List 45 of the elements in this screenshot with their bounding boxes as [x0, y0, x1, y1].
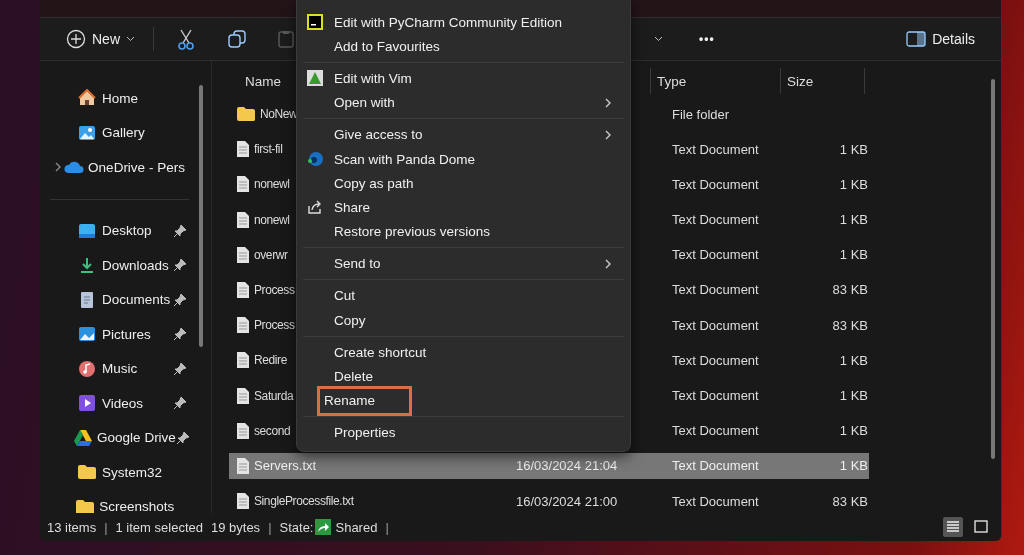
size-cell: 83 KB [832, 317, 868, 333]
size-cell: 1 KB [839, 423, 868, 439]
size-cell: 1 KB [839, 247, 868, 263]
type-cell: Text Document [672, 212, 759, 228]
type-cell: Text Document [672, 176, 759, 192]
type-cell: Text Document [672, 493, 759, 509]
size-cell: 1 KB [839, 352, 868, 368]
file-name: Process [254, 318, 295, 333]
type-cell: Text Document [672, 141, 759, 157]
file-name: Servers.txt [254, 458, 317, 474]
type-cell: Text Document [672, 388, 759, 403]
size-cell: 1 KB [839, 176, 868, 192]
type-cell: File folder [672, 106, 730, 122]
file-name: first-fil [254, 142, 283, 157]
status-separator: | [104, 519, 108, 535]
size-cell: 1 KB [839, 141, 868, 157]
status-separator: | [385, 519, 389, 535]
file-name: second [254, 423, 291, 438]
file-name: Process [254, 282, 295, 297]
size-cell: 83 KB [832, 282, 868, 298]
type-cell: Text Document [672, 247, 759, 263]
file-name: SingleProcessfile.txt [254, 494, 354, 509]
status-text: State: [279, 519, 314, 535]
file-name: nonewl [254, 177, 290, 192]
file-name: Redire [254, 353, 287, 368]
status-text: 1 item selected [115, 519, 203, 535]
date-cell: 16/03/2024 21:00 [516, 493, 618, 509]
status-text: Shared [335, 519, 378, 535]
file-name: Saturda [254, 388, 294, 403]
type-cell: Text Document [672, 282, 759, 298]
type-cell: Text Document [672, 352, 759, 368]
date-cell: 16/03/2024 21:04 [516, 458, 618, 474]
size-cell: 1 KB [839, 212, 868, 228]
file-name: nonewl [254, 212, 290, 227]
type-cell: Text Document [672, 317, 759, 333]
file-name: NoNew [260, 107, 298, 121]
type-cell: Text Document [672, 458, 759, 474]
size-cell: 1 KB [839, 388, 868, 403]
size-cell: 83 KB [832, 493, 868, 509]
status-text: 19 bytes [210, 519, 261, 535]
status-text: 13 items [47, 519, 97, 535]
status-separator: | [268, 519, 272, 535]
size-cell: 1 KB [839, 458, 868, 474]
file-name: overwr [254, 247, 288, 262]
type-cell: Text Document [672, 423, 759, 439]
